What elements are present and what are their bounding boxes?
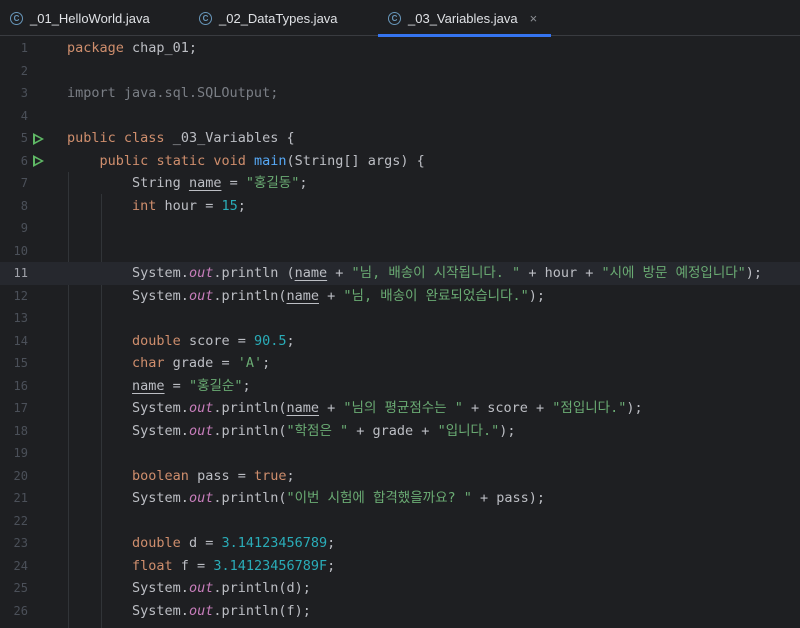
line-number: 14	[13, 333, 28, 348]
code-text: System.out.println (name + "님, 배송이 시작됩니다…	[132, 265, 763, 281]
code-line: 13	[0, 307, 800, 330]
code-line: 9	[0, 217, 800, 240]
line-number: 6	[20, 153, 28, 168]
code-text: System.out.println("이번 시험에 합격했을까요? " + p…	[132, 490, 546, 506]
run-icon[interactable]	[33, 132, 45, 145]
code-line: 12 System.out.println(name + "님, 배송이 완료되…	[0, 285, 800, 308]
code-text: System.out.println("학점은 " + grade + "입니다…	[132, 422, 516, 439]
line-number: 25	[13, 581, 28, 595]
line-number: 11	[13, 266, 28, 280]
code-line: 14 double score = 90.5;	[0, 330, 800, 353]
tab-label: _01_HelloWorld.java	[30, 10, 150, 26]
java-class-icon: C	[10, 11, 23, 25]
line-number: 13	[13, 311, 28, 325]
line-number: 3	[20, 86, 28, 100]
line-number: 22	[13, 513, 28, 528]
code-line: 6 public static void main(String[] args)…	[0, 150, 800, 173]
java-class-icon: C	[199, 11, 212, 25]
code-text: char grade = 'A';	[132, 355, 271, 371]
line-number: 18	[13, 423, 28, 438]
code-text: import java.sql.SQLOutput;	[67, 85, 279, 101]
line-number: 5	[20, 131, 28, 145]
code-line: 7 String name = "홍길동";	[0, 172, 800, 195]
code-text: double score = 90.5;	[132, 332, 295, 349]
code-line: 4	[0, 105, 800, 128]
line-number: 8	[20, 198, 28, 213]
line-number: 1	[20, 41, 28, 55]
code-line: 5 public class _03_Variables {	[0, 127, 800, 150]
run-icon[interactable]	[33, 155, 45, 168]
code-text: System.out.println(f);	[132, 602, 311, 619]
code-text: System.out.println(name + "님의 평균점수는 " + …	[132, 400, 643, 416]
code-line-current: 11 System.out.println (name + "님, 배송이 시작…	[0, 262, 800, 285]
code-text: name = "홍길순";	[132, 377, 251, 394]
tab-variables[interactable]: C _03_Variables.java ×	[377, 0, 552, 37]
code-line: 2	[0, 60, 800, 83]
code-text: float f = 3.14123456789F;	[132, 557, 336, 574]
code-line: 3 import java.sql.SQLOutput;	[0, 82, 800, 105]
code-editor[interactable]: 1 package chap_01; 2 3 import java.sql.S…	[0, 37, 800, 628]
tab-label: _02_DataTypes.java	[219, 10, 338, 26]
code-text: package chap_01;	[67, 40, 198, 56]
code-text: int hour = 15;	[132, 197, 246, 214]
line-number: 26	[13, 603, 28, 618]
tab-label: _03_Variables.java	[408, 10, 518, 26]
java-class-icon: C	[388, 11, 401, 25]
line-number: 12	[13, 288, 28, 303]
code-line: 22	[0, 510, 800, 533]
line-number: 23	[13, 536, 28, 550]
code-text: boolean pass = true;	[132, 467, 295, 484]
code-line: 8 int hour = 15;	[0, 195, 800, 218]
code-text: System.out.println(d);	[132, 580, 311, 596]
line-number: 16	[13, 378, 28, 393]
line-number: 10	[13, 243, 28, 258]
line-number: 2	[20, 63, 28, 78]
line-number: 4	[20, 108, 28, 123]
code-line: 21 System.out.println("이번 시험에 합격했을까요? " …	[0, 487, 800, 510]
code-line: 25 System.out.println(d);	[0, 577, 800, 600]
line-number: 20	[13, 468, 28, 483]
close-icon[interactable]: ×	[530, 11, 538, 26]
code-line: 26 System.out.println(f);	[0, 600, 800, 623]
code-line: 24 float f = 3.14123456789F;	[0, 555, 800, 578]
line-number: 7	[20, 176, 28, 190]
code-line: 19	[0, 442, 800, 465]
code-line: 16 name = "홍길순";	[0, 375, 800, 398]
tab-datatypes[interactable]: C _02_DataTypes.java	[199, 0, 338, 36]
code-line: 17 System.out.println(name + "님의 평균점수는 "…	[0, 397, 800, 420]
code-text: public class _03_Variables {	[67, 130, 295, 146]
editor-tab-bar: C _01_HelloWorld.java C _02_DataTypes.ja…	[0, 0, 800, 37]
code-text: public static void main(String[] args) {	[99, 152, 425, 169]
line-number: 17	[13, 401, 28, 415]
line-number: 19	[13, 446, 28, 460]
line-number: 21	[13, 491, 28, 505]
line-number: 9	[20, 221, 28, 235]
tab-helloworld[interactable]: C _01_HelloWorld.java	[10, 0, 150, 36]
code-text: String name = "홍길동";	[132, 175, 308, 191]
code-line: 20 boolean pass = true;	[0, 465, 800, 488]
line-number: 15	[13, 356, 28, 370]
code-line: 15 char grade = 'A';	[0, 352, 800, 375]
code-text: double d = 3.14123456789;	[132, 535, 336, 551]
code-line: 1 package chap_01;	[0, 37, 800, 60]
code-line: 10	[0, 240, 800, 263]
code-line: 23 double d = 3.14123456789;	[0, 532, 800, 555]
line-number: 24	[13, 558, 28, 573]
code-text: System.out.println(name + "님, 배송이 완료되었습니…	[132, 287, 546, 304]
code-line: 18 System.out.println("학점은 " + grade + "…	[0, 420, 800, 443]
